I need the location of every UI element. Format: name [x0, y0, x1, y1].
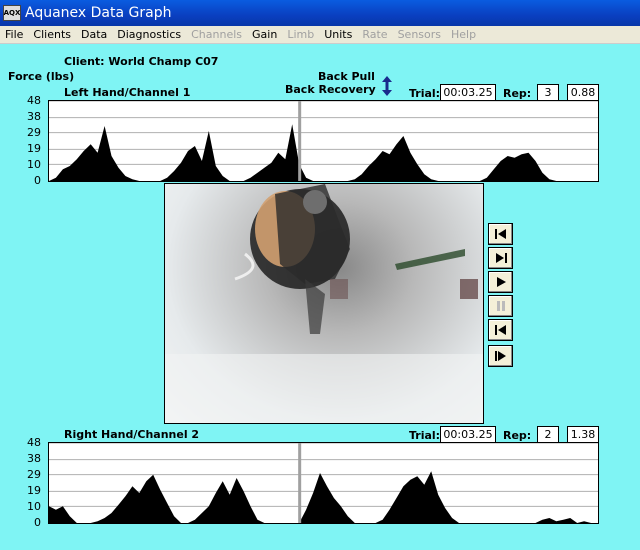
step-back-icon — [494, 325, 506, 335]
channel1-rep-value: 3 — [537, 84, 559, 101]
stroke-phase-recovery: Back Recovery — [285, 83, 376, 96]
step-back-button[interactable] — [488, 319, 513, 341]
channel2-y-tick: 38 — [27, 452, 41, 465]
channel1-rep-label: Rep: — [503, 87, 532, 100]
menu-file[interactable]: File — [0, 28, 28, 41]
pause-icon — [496, 301, 505, 311]
channel1-time-cursor[interactable] — [298, 101, 302, 181]
channel2-time-cursor[interactable] — [298, 443, 302, 523]
menu-bar: File Clients Data Diagnostics Channels Gain Li… — [0, 26, 640, 44]
stroke-phase-pull: Back Pull — [318, 70, 375, 83]
play-button[interactable] — [488, 271, 513, 293]
video-frame — [164, 183, 484, 424]
channel1-y-tick: 0 — [34, 174, 41, 187]
skip-back-icon — [494, 229, 506, 239]
client-label: Client: World Champ C07 — [64, 55, 219, 68]
channel2-y-tick: 48 — [27, 436, 41, 449]
menu-units[interactable]: Units — [319, 28, 357, 41]
channel1-y-tick: 10 — [27, 158, 41, 171]
channel2-force-trace — [49, 471, 598, 523]
menu-help[interactable]: Help — [446, 28, 481, 41]
channel1-extra-value: 0.88 — [567, 84, 599, 101]
title-bar: AQX Aquanex Data Graph — [0, 0, 640, 26]
swimmer-video-image — [165, 184, 483, 423]
go-to-start-button[interactable] — [488, 223, 513, 245]
play-icon — [496, 277, 506, 287]
channel1-plot — [49, 100, 598, 181]
channel2-rep-value: 2 — [537, 426, 559, 443]
channel1-trial-label: Trial: — [409, 87, 441, 100]
step-forward-button[interactable] — [488, 247, 513, 269]
channel1-y-tick: 48 — [27, 94, 41, 107]
menu-clients[interactable]: Clients — [28, 28, 76, 41]
phase-toggle-icon[interactable] — [381, 76, 393, 96]
channel2-plot — [49, 442, 598, 523]
window-title: Aquanex Data Graph — [25, 5, 172, 21]
channel1-trial-value: 00:03.25 — [440, 84, 496, 101]
channel2-graph[interactable] — [48, 442, 599, 524]
channel2-title: Right Hand/Channel 2 — [64, 428, 200, 441]
channel2-rep-label: Rep: — [503, 429, 532, 442]
channel2-trial-value: 00:03.25 — [440, 426, 496, 443]
force-axis-label: Force (lbs) — [8, 70, 75, 83]
app-icon: AQX — [3, 5, 21, 21]
menu-data[interactable]: Data — [76, 28, 112, 41]
channel2-y-tick: 19 — [27, 484, 41, 497]
channel2-y-tick: 0 — [34, 516, 41, 529]
channel2-extra-value: 1.38 — [567, 426, 599, 443]
channel2-trial-label: Trial: — [409, 429, 441, 442]
channel2-y-tick: 29 — [27, 468, 41, 481]
channel1-y-tick: 38 — [27, 110, 41, 123]
menu-diagnostics[interactable]: Diagnostics — [112, 28, 186, 41]
menu-limb[interactable]: Limb — [282, 28, 319, 41]
channel1-title: Left Hand/Channel 1 — [64, 86, 191, 99]
channel1-y-tick: 19 — [27, 142, 41, 155]
channel1-graph[interactable] — [48, 100, 599, 182]
channel1-y-tick: 29 — [27, 126, 41, 139]
menu-sensors[interactable]: Sensors — [393, 28, 446, 41]
menu-rate[interactable]: Rate — [357, 28, 392, 41]
menu-channels[interactable]: Channels — [186, 28, 247, 41]
skip-forward-icon — [494, 351, 506, 361]
pause-button[interactable] — [488, 295, 513, 317]
menu-gain[interactable]: Gain — [247, 28, 282, 41]
channel2-y-tick: 10 — [27, 500, 41, 513]
step-forward-icon — [495, 253, 507, 263]
go-to-end-button[interactable] — [488, 345, 513, 367]
